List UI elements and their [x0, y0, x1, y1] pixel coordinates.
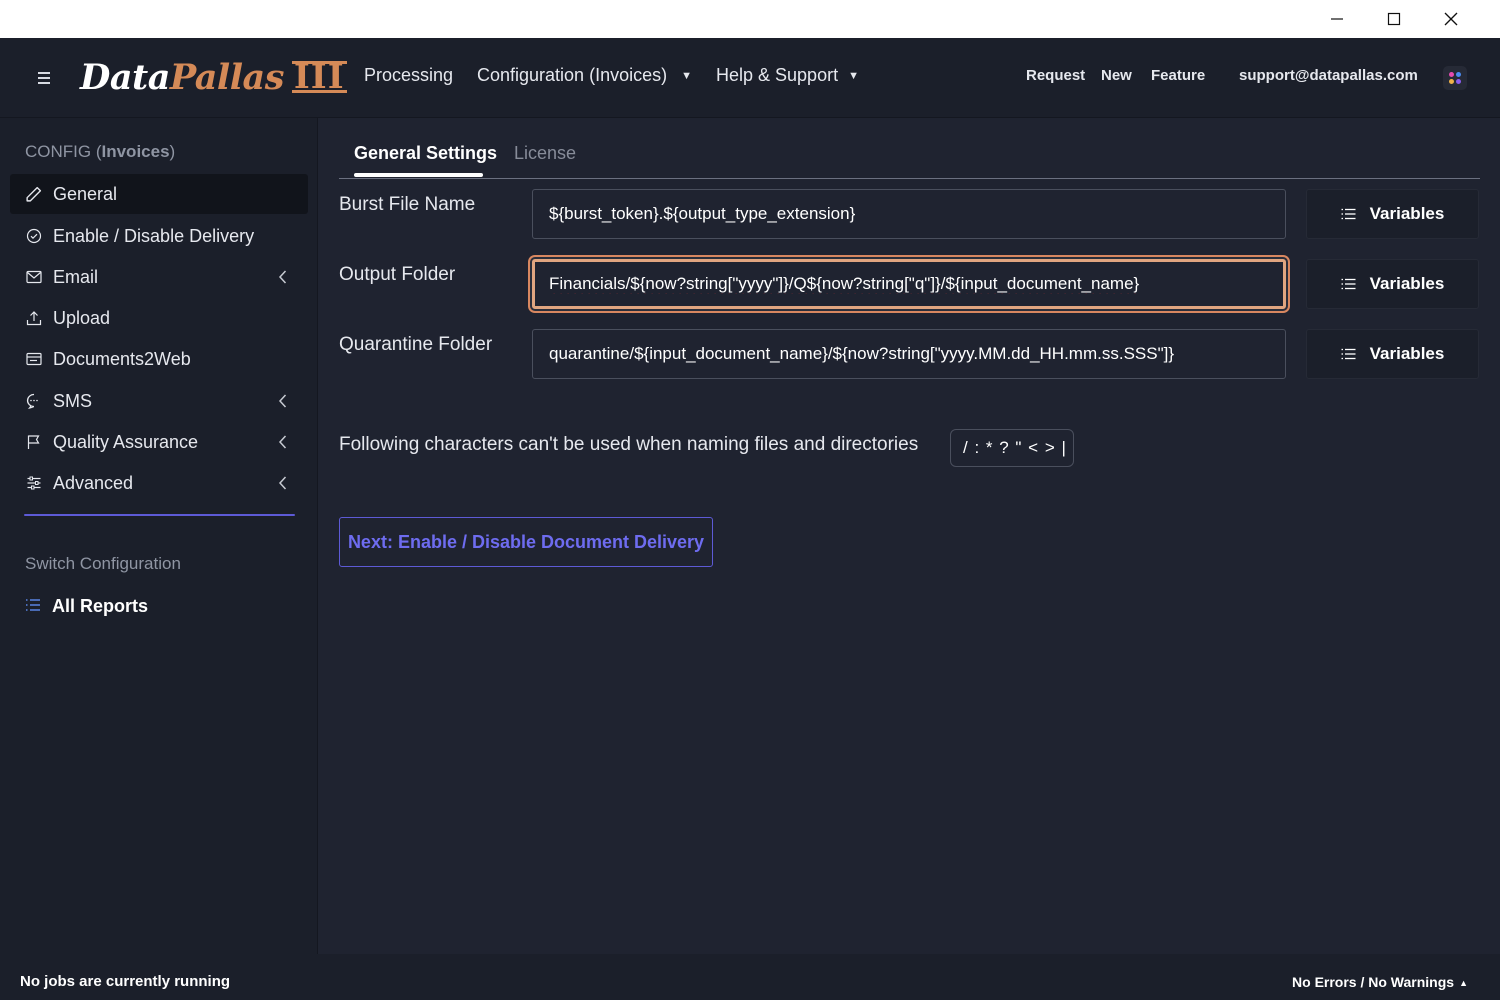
check-circle-icon [25, 228, 42, 245]
nav-configuration[interactable]: Configuration (Invoices) ▼ [477, 65, 692, 86]
list-icon [1341, 348, 1356, 360]
nav-configuration-label: Configuration (Invoices) [477, 65, 668, 85]
sidebar-item-documents2web[interactable]: Documents2Web [10, 339, 308, 379]
close-icon[interactable] [1422, 0, 1479, 38]
sidebar-config-prefix: CONFIG ( [25, 142, 102, 161]
minimize-icon[interactable] [1308, 0, 1365, 38]
support-email-link[interactable]: support@datapallas.com [1239, 67, 1418, 84]
sidebar-item-enable-disable-delivery[interactable]: Enable / Disable Delivery [10, 216, 308, 256]
datapallas-logo[interactable]: Data Pallas III [80, 52, 347, 102]
sidebar-item-label: Email [53, 266, 99, 287]
logo-text-pallas: Pallas [169, 56, 285, 98]
status-bar: No jobs are currently running No Errors … [0, 954, 1500, 1000]
forbidden-characters-note: Following characters can't be used when … [339, 434, 919, 455]
all-reports-label: All Reports [52, 596, 149, 616]
logo-text-numeral: III [291, 57, 347, 97]
variables-button-label: Variables [1369, 274, 1445, 293]
chat-bubble-icon [25, 393, 42, 410]
sidebar-item-advanced[interactable]: Advanced [10, 463, 308, 503]
sidebar-divider [24, 514, 295, 516]
tab-license[interactable]: License [514, 143, 576, 164]
hamburger-menu-icon[interactable] [34, 69, 54, 87]
active-tab-indicator [354, 173, 483, 177]
list-icon [25, 596, 41, 617]
list-icon [1341, 278, 1356, 290]
tab-general-settings[interactable]: General Settings [354, 143, 497, 164]
all-reports-link[interactable]: All Reports [25, 596, 148, 617]
output-folder-input[interactable] [532, 259, 1286, 309]
sidebar-item-sms[interactable]: SMS [10, 381, 308, 421]
top-navbar: Data Pallas III Processing Configuration… [0, 38, 1500, 118]
output-folder-label: Output Folder [339, 264, 456, 285]
sidebar-item-quality-assurance[interactable]: Quality Assurance [10, 422, 308, 462]
sidebar-item-general[interactable]: General [10, 174, 308, 214]
nav-help-support[interactable]: Help & Support ▼ [716, 65, 859, 86]
quarantine-folder-label: Quarantine Folder [339, 334, 493, 355]
sidebar-config-header: CONFIG (Invoices) [25, 142, 175, 162]
nav-new-link[interactable]: New [1101, 67, 1132, 84]
burst-file-name-input[interactable] [532, 189, 1286, 239]
nav-processing[interactable]: Processing [364, 65, 453, 86]
switch-configuration-header: Switch Configuration [25, 554, 181, 573]
chevron-left-icon[interactable] [278, 269, 288, 290]
sidebar-item-label: Upload [53, 307, 111, 328]
next-enable-disable-delivery-button[interactable]: Next: Enable / Disable Document Delivery [339, 517, 713, 567]
list-icon [1341, 208, 1356, 220]
burst-file-name-variables-button[interactable]: Variables [1306, 189, 1479, 239]
flag-icon [25, 434, 42, 451]
sidebar-config-name: Invoices [101, 142, 170, 161]
caret-down-icon: ▼ [848, 69, 859, 82]
upload-icon [25, 310, 42, 327]
output-folder-variables-button[interactable]: Variables [1306, 259, 1479, 309]
chevron-left-icon[interactable] [278, 393, 288, 414]
nav-feature-link[interactable]: Feature [1151, 67, 1205, 84]
errors-warnings-label: No Errors / No Warnings [1292, 974, 1455, 990]
sidebar-item-label: Quality Assurance [53, 431, 199, 452]
sidebar-item-label: Documents2Web [53, 348, 191, 369]
sidebar-item-label: General [53, 183, 118, 204]
nav-help-support-label: Help & Support [716, 65, 839, 85]
sliders-icon [25, 475, 42, 492]
quarantine-folder-variables-button[interactable]: Variables [1306, 329, 1479, 379]
sidebar-item-label: Enable / Disable Delivery [53, 225, 255, 246]
settings-tabs: General Settings License [339, 118, 1480, 179]
nav-processing-label: Processing [364, 65, 454, 85]
errors-warnings-toggle[interactable]: No Errors / No Warnings ▲ [1292, 974, 1468, 990]
sidebar-item-label: SMS [53, 390, 93, 411]
sidebar-config-suffix: ) [169, 142, 176, 161]
next-button-label: Next: Enable / Disable Document Delivery [347, 531, 705, 552]
pencil-icon [25, 186, 42, 203]
window-titlebar [0, 0, 1500, 38]
sidebar-item-upload[interactable]: Upload [10, 298, 308, 338]
apps-grid-icon[interactable] [1443, 66, 1467, 90]
sidebar-item-label: Advanced [53, 472, 134, 493]
chevron-left-icon[interactable] [278, 475, 288, 496]
nav-request-link[interactable]: Request [1026, 67, 1085, 84]
variables-button-label: Variables [1369, 344, 1445, 363]
caret-up-icon: ▲ [1459, 978, 1468, 988]
sidebar: CONFIG (Invoices) General Enable / Disab… [0, 118, 318, 954]
chevron-left-icon[interactable] [278, 434, 288, 455]
jobs-status: No jobs are currently running [20, 973, 231, 990]
logo-text-data: Data [80, 56, 170, 98]
quarantine-folder-input[interactable] [532, 329, 1286, 379]
sidebar-item-email[interactable]: Email [10, 257, 308, 297]
envelope-icon [25, 269, 42, 286]
caret-down-icon: ▼ [681, 69, 692, 82]
variables-button-label: Variables [1369, 204, 1445, 223]
maximize-icon[interactable] [1365, 0, 1422, 38]
forbidden-characters-badge: / : * ? " < > | [950, 429, 1074, 467]
burst-file-name-label: Burst File Name [339, 194, 476, 215]
browser-icon [25, 351, 42, 368]
